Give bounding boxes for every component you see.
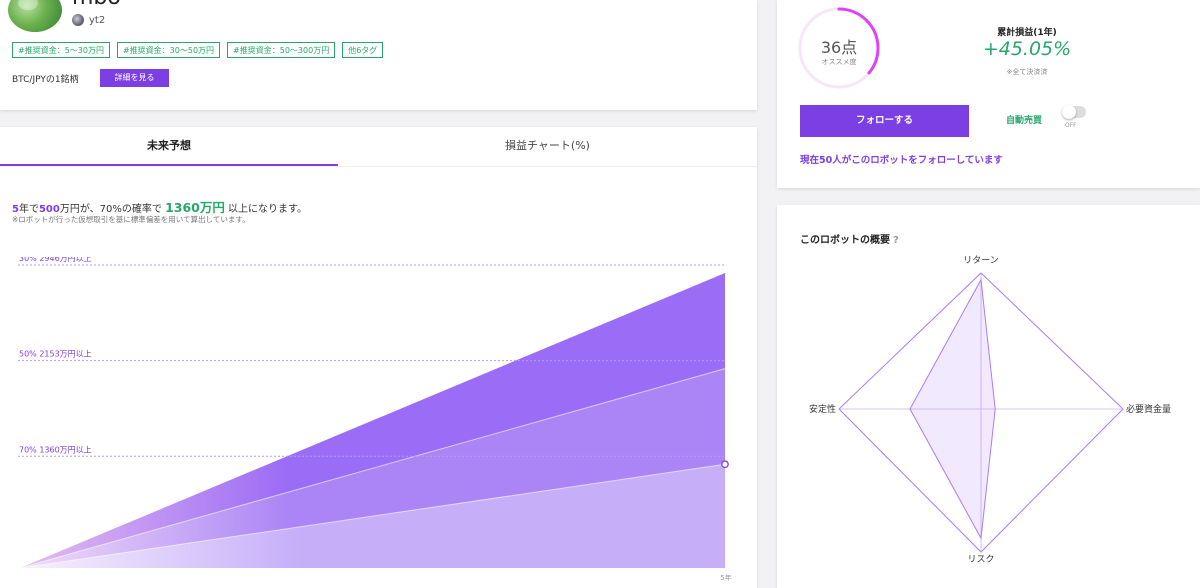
pnl-note: ※全て決済済 xyxy=(1006,68,1048,76)
tag-item[interactable]: #推奨資金：30〜50万円 xyxy=(116,42,221,58)
radar-label-return: リターン xyxy=(963,255,999,266)
score-value: 36点 xyxy=(820,38,858,57)
owner-avatar xyxy=(72,14,84,26)
owner-name: yt2 xyxy=(89,14,106,26)
radar-label-stability: 安定性 xyxy=(809,403,836,415)
followers-link[interactable]: 現在50人がこのロボットをフォローしています xyxy=(800,152,1003,166)
radar-label-required-funds: 必要資金量 xyxy=(1126,403,1171,415)
tab-forecast[interactable]: 未来予想 xyxy=(0,127,338,166)
radar-value-polygon xyxy=(909,278,996,540)
threshold-label: 30% 2946万円以上 xyxy=(19,257,92,263)
robot-profile-card: mbo yt2 #推奨資金：5〜30万円 #推奨資金：30〜50万円 #推奨資金… xyxy=(0,0,757,110)
tag-item[interactable]: #推奨資金：5〜30万円 xyxy=(12,42,110,58)
pnl-title: 累計損益(1年) xyxy=(997,28,1057,38)
auto-trade-toggle[interactable] xyxy=(1062,105,1086,119)
trading-pair-text: BTC/JPYの1銘柄 xyxy=(12,75,79,85)
view-details-button[interactable]: 詳細を見る xyxy=(100,69,169,87)
forecast-chart: 30% 2946万円以上 50% 2153万円以上 70% 1360万円以上 5年 xyxy=(18,257,732,582)
overview-card: このロボットの概要? リターン 必要資金量 リスク 安定性 xyxy=(777,205,1200,588)
owner-info[interactable]: yt2 xyxy=(72,14,105,26)
tag-list: #推奨資金：5〜30万円 #推奨資金：30〜50万円 #推奨資金：50〜300万… xyxy=(12,42,384,58)
threshold-label: 50% 2153万円以上 xyxy=(19,350,92,359)
auto-trade-state: OFF xyxy=(1065,122,1077,129)
score-card: 36点 オススメ度 累計損益(1年) +45.05% ※全て決済済 フォローする… xyxy=(777,0,1200,188)
tab-pnl-chart[interactable]: 損益チャート(%) xyxy=(338,127,757,166)
radar-chart: リターン 必要資金量 リスク 安定性 xyxy=(809,255,1171,565)
tag-item[interactable]: #推奨資金：50〜300万円 xyxy=(227,42,336,58)
threshold-label: 70% 1360万円以上 xyxy=(19,445,92,454)
robot-name: mbo xyxy=(72,0,121,10)
x-tick-label: 5年 xyxy=(720,573,731,582)
tab-bar: 未来予想 損益チャート(%) xyxy=(0,127,757,167)
auto-trade-label: 自動売買 xyxy=(1006,116,1043,126)
pnl-value: +45.05% xyxy=(982,38,1072,60)
more-tags[interactable]: 他6タグ xyxy=(342,42,384,58)
forecast-marker[interactable] xyxy=(721,460,729,469)
toggle-knob xyxy=(1062,105,1076,119)
forecast-card: 未来予想 損益チャート(%) 5年で500万円が、70%の確率で 1360万円 … xyxy=(0,127,757,588)
score-label: オススメ度 xyxy=(821,58,857,66)
radar-label-risk: リスク xyxy=(967,554,994,565)
forecast-note: ※ロボットが行った仮想取引を基に標準偏差を用いて算出しています。 xyxy=(12,215,250,224)
robot-avatar xyxy=(8,0,62,32)
forecast-result: 1360万円 xyxy=(165,200,225,215)
follow-button[interactable]: フォローする xyxy=(800,105,969,137)
